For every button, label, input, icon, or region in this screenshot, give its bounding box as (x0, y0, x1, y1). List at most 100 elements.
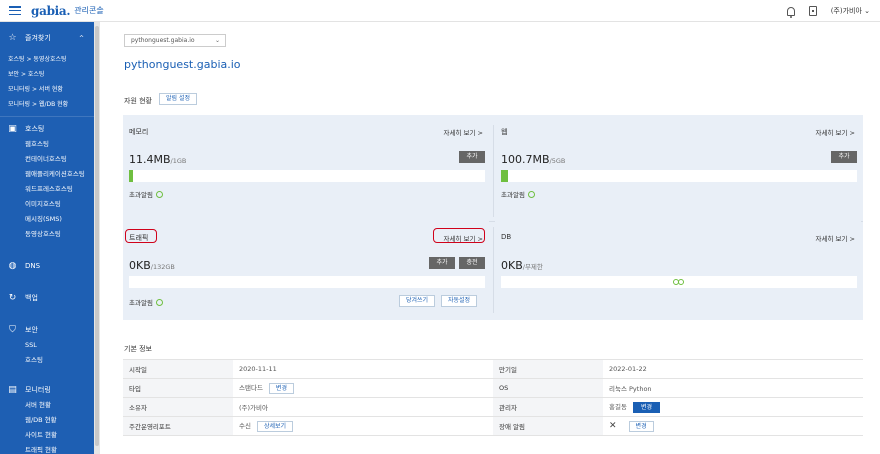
traffic-label: 트래픽 (129, 234, 149, 242)
bell-icon[interactable] (786, 6, 795, 18)
infinity-icon (673, 279, 684, 285)
resource-section-title: 자원 현황 (124, 97, 152, 105)
traffic-value: 0KB/132GB (129, 259, 175, 272)
memory-label: 메모리 (129, 128, 149, 136)
web-label: 웹 (501, 128, 508, 136)
main-content: pythonguest.gabia.io ⌄ pythonguest.gabia… (100, 22, 880, 454)
sidebar-fav-item[interactable]: 보안 > 호스팅 (0, 67, 94, 82)
sidebar-item[interactable]: 워드프레스호스팅 (0, 182, 94, 197)
sidebar-item[interactable]: 서버 현황 (0, 398, 94, 413)
sidebar-item[interactable]: 웹/DB 현황 (0, 413, 94, 428)
web-usage-fill (501, 170, 509, 182)
table-header-cell: 시작일 (123, 359, 233, 379)
sidebar-section-label: 백업 (25, 294, 38, 302)
top-bar: gabia. 관리콘솔 (주)가비아 ⌄ (0, 0, 880, 22)
web-add-button[interactable]: 추가 (831, 151, 857, 163)
host-select[interactable]: pythonguest.gabia.io ⌄ (124, 34, 226, 47)
alarm-settings-button[interactable]: 알림 설정 (159, 93, 197, 105)
page-title: pythonguest.gabia.io (124, 58, 241, 71)
sidebar-section-dns[interactable]: ◍ DNS (0, 258, 94, 274)
table-row: 타입 스탠다드 변경 OS 리눅스 Python (123, 378, 863, 398)
status-ring-icon (155, 298, 163, 306)
change-alert-button[interactable]: 변경 (628, 420, 654, 432)
table-header-cell: 소유자 (123, 397, 233, 417)
user-menu[interactable]: (주)가비아 ⌄ (831, 6, 870, 16)
sidebar-item[interactable]: 컨테이너호스팅 (0, 152, 94, 167)
table-header-cell: 주간운영리포트 (123, 416, 233, 436)
sidebar-section-hosting[interactable]: ▣ 호스팅 (0, 121, 94, 137)
db-value: 0KB/무제한 (501, 259, 543, 272)
sidebar-fav-item[interactable]: 모니터링 > 서버 현황 (0, 82, 94, 97)
console-title: 관리콘솔 (74, 6, 104, 15)
divider (493, 125, 494, 217)
pull-forward-button[interactable]: 당겨쓰기 (399, 295, 436, 307)
sidebar-section-label: DNS (25, 262, 41, 270)
resource-panel: 메모리 자세히 보기 > 11.4MB/1GB 추가 초과알림 웹 자세히 보기… (123, 115, 863, 320)
traffic-detail-link[interactable]: 자세히 보기 > (444, 233, 483, 243)
sidebar-section-favorites[interactable]: ☆ 즐겨찾기 ^ (0, 30, 94, 46)
sidebar-item[interactable]: 트래픽 현황 (0, 443, 94, 454)
memory-add-button[interactable]: 추가 (459, 151, 485, 163)
globe-icon: ◍ (8, 260, 17, 271)
db-card: DB 자세히 보기 > 0KB/무제한 (495, 221, 861, 320)
auto-settings-button[interactable]: 자동설정 (441, 295, 478, 307)
sidebar-item[interactable]: 웹애플리케이션호스팅 (0, 167, 94, 182)
sidebar-section-label: 모니터링 (25, 386, 51, 394)
sidebar-fav-item[interactable]: 모니터링 > 웹/DB 현황 (0, 97, 94, 112)
divider (493, 227, 494, 313)
chevron-up-icon: ^ (78, 34, 84, 42)
table-row: 시작일 2020-11-11 만기일 2022-01-22 (123, 359, 863, 379)
web-card: 웹 자세히 보기 > 100.7MB/5GB 추가 초과알림 (495, 115, 861, 221)
web-value: 100.7MB/5GB (501, 153, 566, 166)
web-usage-bar (501, 170, 857, 182)
table-header-cell: OS (493, 378, 603, 398)
table-header-cell: 관리자 (493, 397, 603, 417)
traffic-add-button[interactable]: 추가 (429, 257, 455, 269)
traffic-charge-button[interactable]: 충전 (459, 257, 485, 269)
db-label: DB (501, 233, 512, 241)
host-select-value: pythonguest.gabia.io (131, 37, 195, 44)
table-cell: 홍길동 변경 (603, 397, 863, 417)
table-cell: 스탠다드 변경 (233, 378, 493, 398)
memory-usage-bar (129, 170, 485, 182)
status-ring-icon (527, 190, 535, 198)
sidebar-section-label: 보안 (25, 326, 38, 334)
sidebar-section-security[interactable]: ⛉ 보안 (0, 322, 94, 338)
sidebar-section-monitoring[interactable]: ▤ 모니터링 (0, 382, 94, 398)
traffic-usage-bar (129, 276, 485, 288)
star-icon: ☆ (8, 32, 17, 43)
sidebar-item[interactable]: 사이트 현황 (0, 428, 94, 443)
table-cell: 2022-01-22 (603, 359, 863, 379)
chevron-down-icon: ⌄ (214, 37, 220, 44)
table-cell: 리눅스 Python (603, 378, 863, 398)
table-header-cell: 장애 알림 (493, 416, 603, 436)
table-row: 소유자 (주)가비아 관리자 홍길동 변경 (123, 397, 863, 417)
change-admin-button[interactable]: 변경 (632, 402, 660, 413)
basic-info-table: 시작일 2020-11-11 만기일 2022-01-22 타입 스탠다드 변경 … (123, 359, 863, 436)
gabia-logo[interactable]: gabia. (31, 4, 71, 18)
table-cell: 2020-11-11 (233, 359, 493, 379)
web-detail-link[interactable]: 자세히 보기 > (816, 127, 855, 137)
sidebar-item[interactable]: SSL (0, 338, 94, 353)
sidebar-section-backup[interactable]: ↻ 백업 (0, 290, 94, 306)
report-detail-button[interactable]: 상세보기 (256, 421, 294, 432)
table-header-cell: 만기일 (493, 359, 603, 379)
sidebar-item[interactable]: 동영상호스팅 (0, 227, 94, 242)
traffic-card: 트래픽 자세히 보기 > 0KB/132GB 추가 충전 초과알림 당겨쓰기 자… (123, 221, 489, 320)
memory-detail-link[interactable]: 자세히 보기 > (444, 127, 483, 137)
sidebar-fav-item[interactable]: 호스팅 > 동영상호스팅 (0, 52, 94, 67)
status-ring-icon (155, 190, 163, 198)
db-usage-bar (501, 276, 857, 288)
document-icon[interactable] (808, 6, 817, 16)
db-detail-link[interactable]: 자세히 보기 > (816, 233, 855, 243)
sidebar: ☆ 즐겨찾기 ^ 호스팅 > 동영상호스팅 보안 > 호스팅 모니터링 > 서버… (0, 22, 94, 454)
sidebar-item[interactable]: 이미지호스팅 (0, 197, 94, 212)
monitor-icon: ▤ (8, 384, 17, 395)
sidebar-item[interactable]: 메시징(SMS) (0, 212, 94, 227)
change-type-button[interactable]: 변경 (268, 383, 294, 394)
traffic-over-alert: 초과알림 (129, 297, 163, 307)
sidebar-item[interactable]: 호스팅 (0, 353, 94, 368)
sidebar-item[interactable]: 웹호스팅 (0, 137, 94, 152)
table-cell: 수신 상세보기 (233, 416, 493, 436)
hamburger-icon[interactable] (9, 6, 21, 15)
